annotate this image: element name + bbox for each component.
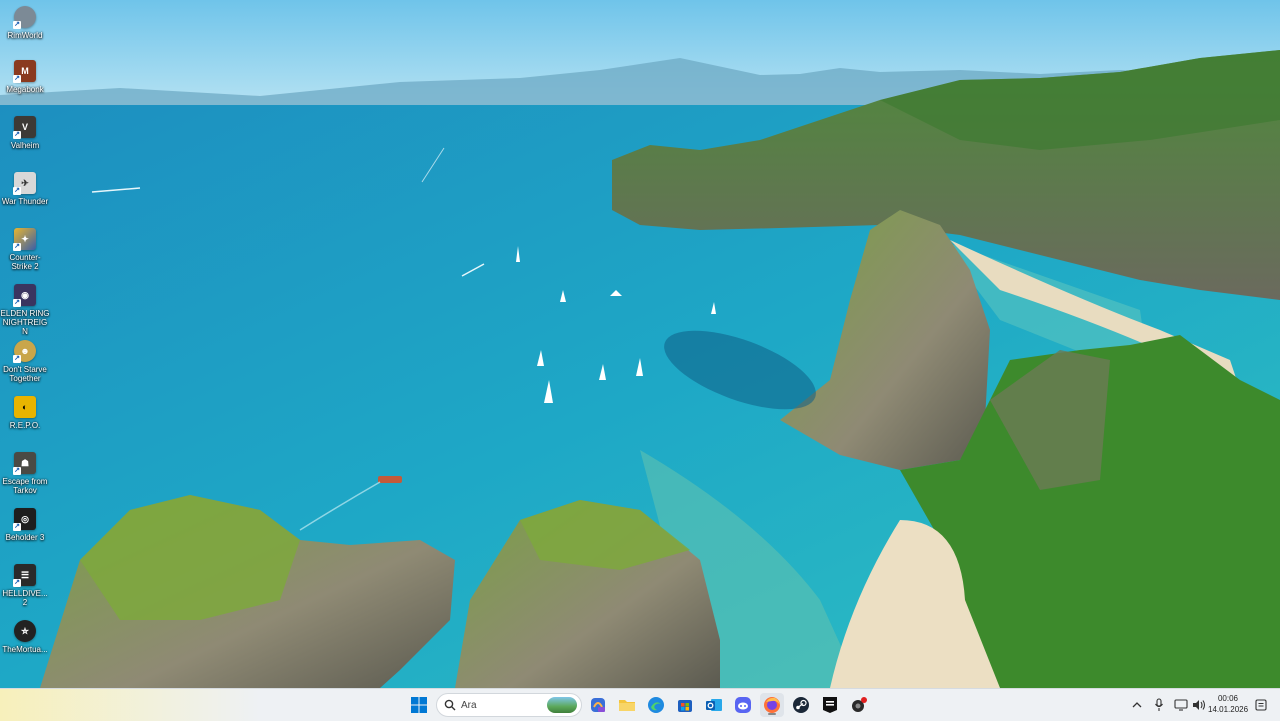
clock[interactable]: 00:06 14.01.2026: [1208, 693, 1248, 715]
search-icon: [444, 699, 456, 711]
search-highlight-image: [547, 697, 577, 713]
copilot-app[interactable]: [586, 693, 610, 717]
steam[interactable]: [789, 693, 813, 717]
store-icon: [678, 700, 692, 712]
wallpaper: [0, 0, 1280, 688]
notification-icon: [1255, 699, 1267, 711]
search-placeholder: Ara: [461, 700, 477, 711]
desktop-icon-label: Counter-Strike 2: [9, 253, 41, 271]
desktop-icon-label: RimWorld: [7, 31, 43, 40]
discord-icon: [735, 697, 751, 713]
valheim-icon: V ↗: [13, 116, 36, 139]
desktop-icon-label: Valheim: [10, 141, 40, 150]
desktop-icon-helldivers[interactable]: ☰ ↗ HELLDIVE... 2: [0, 564, 50, 607]
microphone-button[interactable]: [1150, 693, 1168, 717]
repo-icon: ◐: [14, 396, 36, 418]
microsoft-store[interactable]: [673, 693, 697, 717]
notifications-button[interactable]: [1252, 693, 1270, 717]
chevron-up-icon: [1132, 702, 1142, 708]
desktop-icon-tarkov[interactable]: ☗ ↗ Escape from Tarkov: [0, 452, 50, 495]
desktop-icon-megabonk[interactable]: M ↗ Megabonk: [0, 60, 50, 94]
file-explorer[interactable]: [615, 693, 639, 717]
app-icon: [852, 697, 867, 712]
volume-icon: [1193, 700, 1206, 710]
desktop-icon-label: War Thunder: [1, 197, 49, 206]
search-box[interactable]: Ara: [436, 693, 582, 717]
dont-starve-icon: ☻ ↗: [13, 340, 36, 363]
epic-games[interactable]: [818, 693, 842, 717]
microphone-icon: [1155, 698, 1163, 711]
active-indicator: [768, 713, 776, 715]
mortuary-icon: ⛤: [14, 620, 36, 642]
desktop-icon-repo[interactable]: ◐ R.E.P.O.: [0, 396, 50, 430]
desktop-icon-label: Beholder 3: [5, 533, 45, 542]
taskbar: Ara 00:06 14.01.2026: [0, 688, 1280, 721]
desktop-icon-dont-starve[interactable]: ☻ ↗ Don't Starve Together: [0, 340, 50, 383]
discord[interactable]: [731, 693, 755, 717]
tarkov-icon: ☗ ↗: [13, 452, 36, 475]
firefox[interactable]: [760, 693, 784, 717]
desktop-icon-war-thunder[interactable]: ✈ ↗ War Thunder: [0, 172, 50, 206]
quick-settings[interactable]: [1170, 693, 1210, 717]
desktop-icon-elden-ring[interactable]: ◉ ↗ ELDEN RING NIGHTREIGN: [0, 284, 50, 336]
network-icon: [1174, 699, 1188, 711]
desktop-icon-label: TheMortua...: [2, 645, 48, 654]
desktop-icon-valheim[interactable]: V ↗ Valheim: [0, 116, 50, 150]
edge-icon: [648, 697, 664, 713]
outlook-icon: [706, 699, 722, 711]
megabonk-icon: M ↗: [13, 60, 36, 83]
taskbar-accent: [0, 689, 260, 721]
counter-strike-icon: ✦ ↗: [13, 228, 36, 251]
beholder-icon: ◎ ↗: [13, 508, 36, 531]
desktop-icon-label: Megabonk: [6, 85, 44, 94]
epic-games-icon: [823, 697, 837, 713]
desktop-icon-beholder[interactable]: ◎ ↗ Beholder 3: [0, 508, 50, 542]
clock-time: 00:06: [1217, 694, 1239, 703]
elden-ring-icon: ◉ ↗: [13, 284, 36, 307]
war-thunder-icon: ✈ ↗: [13, 172, 36, 195]
rimworld-icon: ↗: [13, 6, 36, 29]
desktop-icon-label: HELLDIVE... 2: [2, 589, 48, 607]
app-with-badge[interactable]: [847, 693, 871, 717]
show-hidden-icons[interactable]: [1128, 693, 1146, 717]
clock-date: 14.01.2026: [1208, 705, 1249, 714]
desktop-icon-label: ELDEN RING NIGHTREIGN: [0, 309, 50, 336]
copilot-icon: [591, 698, 605, 712]
desktop-icon-rimworld[interactable]: ↗ RimWorld: [0, 6, 50, 40]
desktop-icon-label: Don't Starve Together: [3, 365, 47, 383]
desktop-icon-label: Escape from Tarkov: [2, 477, 48, 495]
firefox-icon: [764, 697, 780, 713]
desktop-icon-counter-strike[interactable]: ✦ ↗ Counter-Strike 2: [0, 228, 50, 271]
desktop: ↗ RimWorld M ↗ Megabonk V ↗ Valheim ✈ ↗ War…: [0, 0, 1280, 688]
folder-icon: [619, 700, 635, 711]
windows-icon: [411, 697, 427, 713]
edge-browser[interactable]: [644, 693, 668, 717]
steam-icon: [793, 697, 809, 713]
desktop-icon-label: R.E.P.O.: [9, 421, 41, 430]
outlook[interactable]: [702, 693, 726, 717]
desktop-icon-mortuary[interactable]: ⛤ TheMortua...: [0, 620, 50, 654]
helldivers-icon: ☰ ↗: [13, 564, 36, 587]
start-button[interactable]: [407, 693, 431, 717]
